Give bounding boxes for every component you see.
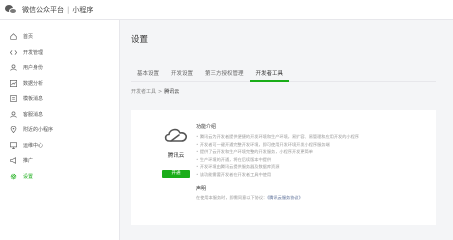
user-icon [10,64,17,72]
main-content: 设置 基本设置 开发设置 第三方授权管理 开发者工具 开发者工具 > 腾讯云 腾讯云… [121,20,453,240]
breadcrumb: 开发者工具 > 腾讯云 [131,88,179,95]
sidebar-item-label: 开发管理 [23,49,44,56]
feature-item: 腾讯云为开发者提供便捷的开发环境和生产环境，易扩容、易管理和应用开发的小程序 [196,133,426,141]
sidebar-item-dev-management[interactable]: 开发管理 [0,45,119,61]
feature-item: 生产环境的开通，将在后续版本中提供 [196,156,426,164]
service-card: 腾讯云 开通 功能介绍 腾讯云为开发者提供便捷的开发环境和生产环境，易扩容、易管… [131,110,436,225]
sidebar-item-settings[interactable]: 设置 [0,169,119,185]
brand-title: 微信公众平台 | 小程序 [22,5,93,15]
template-icon [10,95,17,103]
sidebar: 首页 开发管理 用户身份 数据分析 模板消息 客服消息 附近的小程序 运维中心 … [0,20,120,240]
gear-icon [10,173,17,180]
sidebar-item-label: 设置 [23,173,34,180]
feature-item: 开发者可一键开通完整开发环境，即可使用开发环境开发小程序服务端 [196,141,426,149]
declaration-body: 在使用本服务时，即需同意以下协议： [196,194,268,200]
sidebar-item-label: 用户身份 [23,65,44,72]
enable-button[interactable]: 开通 [162,170,190,178]
platform-name[interactable]: 微信公众平台 [22,6,64,14]
breadcrumb-current: 腾讯云 [164,89,180,95]
breadcrumb-separator: > [158,89,163,95]
breadcrumb-parent[interactable]: 开发者工具 [131,89,156,95]
user-icon [10,111,17,118]
tab-developer-tools[interactable]: 开发者工具 [249,68,290,82]
feature-item: 提供了云开发和生产环境完整的开发服务，小程序开发更简单 [196,148,426,156]
sidebar-item-template-messages[interactable]: 模板消息 [0,91,119,107]
sidebar-item-ops-center[interactable]: 运维中心 [0,138,119,154]
sidebar-item-label: 运维中心 [23,142,44,149]
feature-item: 该功能需要开发者在开发者工具中使用 [196,171,426,179]
sidebar-item-label: 附近的小程序 [23,127,54,134]
sidebar-item-label: 客服消息 [23,111,44,118]
chart-icon [10,79,17,87]
sidebar-item-label: 首页 [23,34,34,41]
sidebar-item-data-analysis[interactable]: 数据分析 [0,76,119,92]
feature-item: 开发环境由腾讯云提供服务器及数据库资源 [196,163,426,171]
location-icon [10,126,17,134]
sidebar-item-user-identity[interactable]: 用户身份 [0,60,119,76]
tab-dev-settings[interactable]: 开发设置 [165,68,199,82]
declaration-title: 声明 [196,185,207,192]
sidebar-item-label: 推广 [23,158,34,165]
promote-icon [10,157,17,165]
top-bar: 微信公众平台 | 小程序 [0,0,453,20]
service-name: 腾讯云 [167,153,185,159]
service-summary: 腾讯云 开通 [151,124,201,178]
sidebar-item-home[interactable]: 首页 [0,29,119,45]
service-details: 功能介绍 腾讯云为开发者提供便捷的开发环境和生产环境，易扩容、易管理和应用开发的… [196,123,426,201]
sidebar-item-customer-service[interactable]: 客服消息 [0,107,119,123]
monitor-icon [10,142,17,149]
brand-separator: | [67,5,70,14]
sidebar-item-label: 数据分析 [23,80,44,87]
page-title: 设置 [131,35,149,45]
tab-bar: 基本设置 开发设置 第三方授权管理 开发者工具 [131,68,436,82]
product-name: 小程序 [72,5,94,14]
tencent-cloud-icon [161,124,191,146]
service-agreement-link[interactable]: 《腾讯云服务协议》 [267,195,303,200]
tab-third-party-auth[interactable]: 第三方授权管理 [199,68,250,82]
sidebar-item-nearby-miniprograms[interactable]: 附近的小程序 [0,122,119,138]
sidebar-item-promotion[interactable]: 推广 [0,153,119,169]
features-title: 功能介绍 [196,124,217,130]
declaration-text: 在使用本服务时，即需同意以下协议：《腾讯云服务协议》 [196,195,426,201]
code-icon [10,49,17,56]
sidebar-item-label: 模板消息 [23,96,44,103]
tab-basic-settings[interactable]: 基本设置 [131,68,165,82]
wechat-logo-icon [5,4,18,15]
home-icon [10,33,17,40]
